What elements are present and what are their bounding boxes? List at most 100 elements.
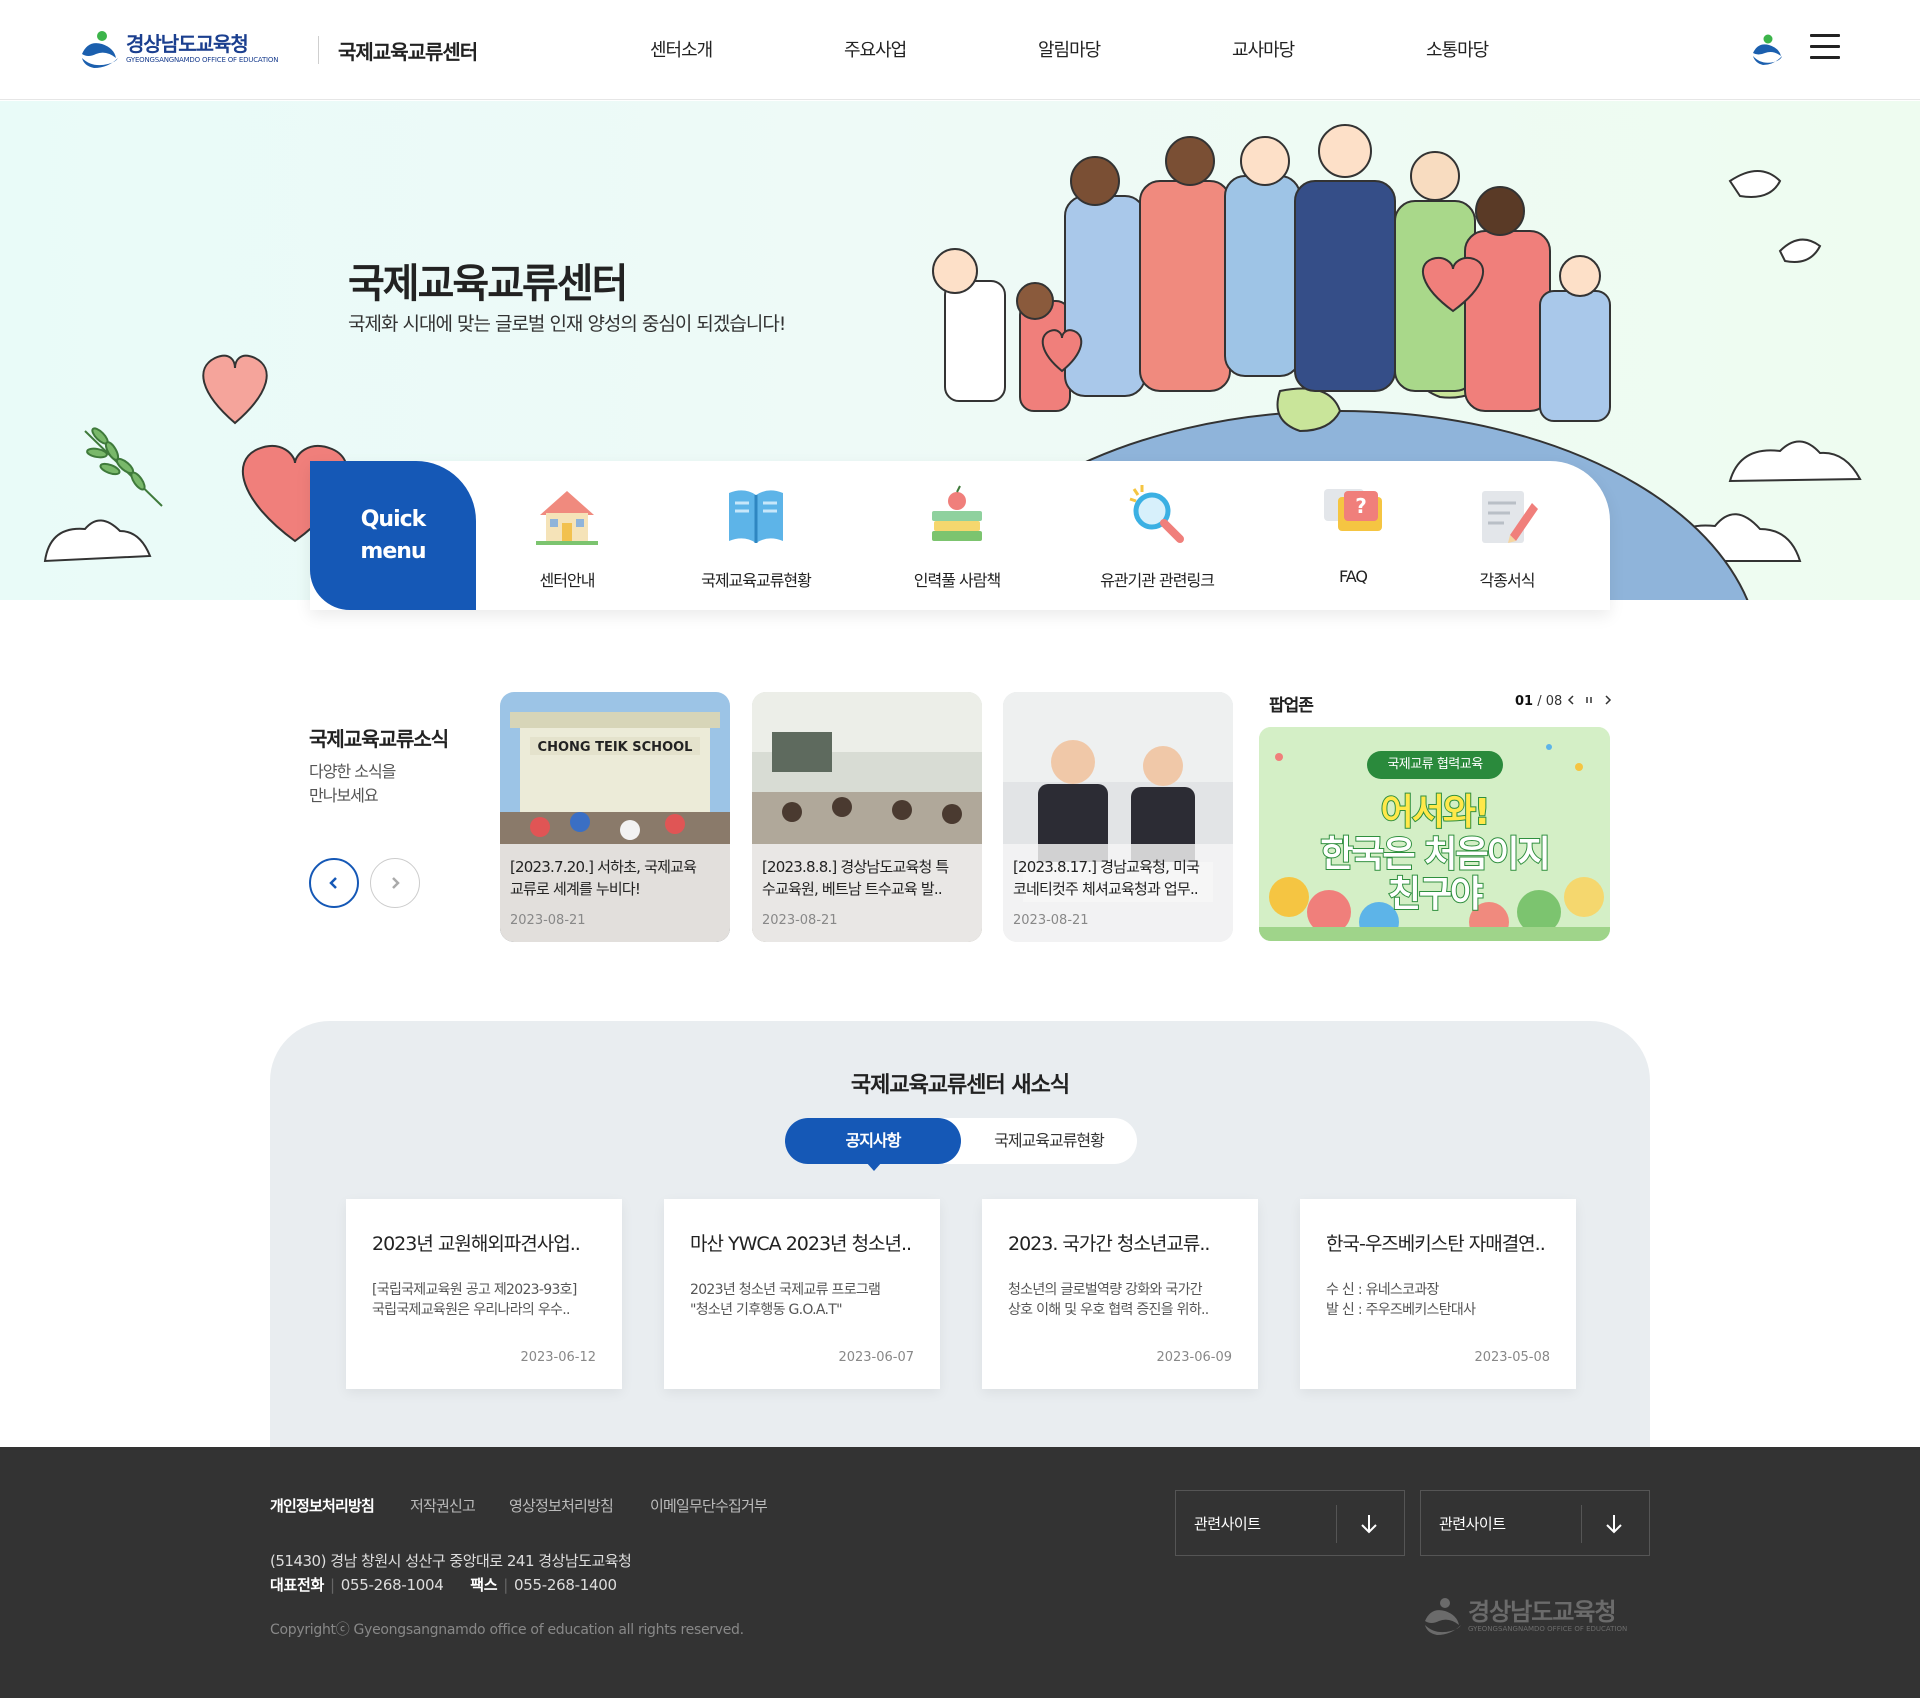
quick-item-label: 국제교육교류현황 xyxy=(701,571,812,590)
pause-icon xyxy=(1586,697,1592,703)
chevron-right-icon xyxy=(1605,695,1612,705)
popup-prev-button[interactable] xyxy=(1565,694,1579,709)
tel-label: 대표전화 xyxy=(270,1576,325,1594)
chevron-left-icon xyxy=(329,877,337,889)
notice-card-title: 마산 YWCA 2023년 청소년.. xyxy=(690,1233,912,1255)
popup-counter: 01 / 08 xyxy=(1515,694,1562,709)
notice-card-date: 2023-06-12 xyxy=(520,1350,596,1365)
news-card-title: [2023.8.8.] 경상남도교육청 특 xyxy=(762,858,949,876)
popup-total: / 08 xyxy=(1537,694,1563,709)
nav-teachers[interactable]: 교사마당 xyxy=(1232,36,1426,62)
quick-item-label: 유관기관 관련링크 xyxy=(1100,571,1215,590)
quick-item-faq[interactable]: ? FAQ xyxy=(1263,483,1443,586)
news-card-title: 수교육원, 베트남 트수교육 발.. xyxy=(762,880,943,898)
notice-card-title: 한국-우즈베키스탄 자매결연.. xyxy=(1326,1233,1546,1255)
news-card-caption: [2023.8.17.] 경남교육청, 미국 코네티컷주 체셔교육청과 업무..… xyxy=(1003,844,1233,942)
news-card-date: 2023-08-21 xyxy=(762,913,838,928)
news-card-title: [2023.8.17.] 경남교육청, 미국 xyxy=(1013,858,1200,876)
notice-card-desc: "청소년 기후행동 G.O.A.T" xyxy=(690,1302,843,1318)
nav-center-intro[interactable]: 센터소개 xyxy=(650,36,844,62)
notice-card[interactable]: 마산 YWCA 2023년 청소년.. 2023년 청소년 국제교류 프로그램 … xyxy=(664,1199,940,1389)
notice-card-desc: 2023년 청소년 국제교류 프로그램 xyxy=(690,1282,881,1298)
tab-notices[interactable]: 공지사항 xyxy=(785,1118,961,1164)
nav-main-projects[interactable]: 주요사업 xyxy=(844,36,1038,62)
quick-item-center-info[interactable]: 센터안내 xyxy=(477,483,657,591)
quick-label-line1: Quick xyxy=(360,506,427,532)
tab-exchange-status[interactable]: 국제교육교류현황 xyxy=(961,1118,1137,1164)
news-description: 만나보세요 xyxy=(309,786,379,805)
notice-card-desc: 청소년의 글로벌역량 강화와 국가간 xyxy=(1008,1282,1203,1298)
news-card[interactable]: CHONG TEIK SCHOOL [2023.7.20.] 서하초, 국제교육… xyxy=(500,692,730,942)
notice-card-title: 2023년 교원해외파견사업.. xyxy=(372,1233,581,1255)
news-prev-button[interactable] xyxy=(309,858,359,908)
quick-item-forms[interactable]: 각종서식 xyxy=(1417,483,1597,591)
notice-card-desc: 수 신 : 유네스코과장 xyxy=(1326,1282,1439,1298)
notice-card-desc: [국립국제교육원 공고 제2023-93호] xyxy=(372,1282,577,1298)
quick-item-people-book[interactable]: 인력풀 사람책 xyxy=(867,483,1047,591)
footer-contact: 대표전화 | 055-268-1004 팩스 | 055-268-1400 xyxy=(270,1576,617,1594)
books-apple-icon xyxy=(932,485,982,541)
site-header: 경상남도교육청 GYEONGSANGNAMDO OFFICE OF EDUCAT… xyxy=(0,0,1920,100)
logo-divider xyxy=(318,36,319,64)
select-divider xyxy=(1581,1505,1582,1543)
chevron-left-icon xyxy=(1567,695,1574,705)
quick-label-line2: menu xyxy=(360,538,426,564)
quick-item-exchange-status[interactable]: 국제교육교류현황 xyxy=(666,483,846,591)
popup-pause-button[interactable] xyxy=(1582,694,1596,709)
news-card-date: 2023-08-21 xyxy=(1013,913,1089,928)
popup-next-button[interactable] xyxy=(1600,694,1614,709)
fax-number: 055-268-1400 xyxy=(514,1576,617,1594)
notice-tabs: 공지사항 국제교육교류현황 xyxy=(785,1118,1137,1171)
notice-section: 국제교육교류센터 새소식 공지사항 국제교육교류현황 2023년 교원해외파견사… xyxy=(270,1021,1650,1471)
office-logo[interactable]: 경상남도교육청 GYEONGSANGNAMDO OFFICE OF EDUCAT… xyxy=(78,28,278,70)
news-card[interactable]: [2023.8.8.] 경상남도교육청 특 수교육원, 베트남 트수교육 발..… xyxy=(752,692,982,942)
quick-item-label: FAQ xyxy=(1339,567,1368,586)
notice-card[interactable]: 2023. 국가간 청소년교류.. 청소년의 글로벌역량 강화와 국가간 상호 … xyxy=(982,1199,1258,1389)
popup-zone-title: 팝업존 xyxy=(1269,696,1314,716)
news-card-caption: [2023.8.8.] 경상남도교육청 특 수교육원, 베트남 트수교육 발..… xyxy=(752,844,982,942)
notice-card-desc: 국립국제교육원은 우리나라의 우수.. xyxy=(372,1302,570,1318)
nav-communication[interactable]: 소통마당 xyxy=(1426,36,1620,62)
chevron-right-icon xyxy=(392,877,400,889)
news-next-button[interactable] xyxy=(370,858,420,908)
hero-title: 국제교육교류센터 xyxy=(348,261,628,307)
arrow-down-icon xyxy=(1361,1515,1377,1534)
office-logo-mark-icon xyxy=(82,31,118,68)
site-footer: 개인정보처리방침 저작권신고 영상정보처리방침 이메일무단수집거부 (51430… xyxy=(0,1447,1920,1698)
footer-link-copyright[interactable]: 저작권신고 xyxy=(410,1495,476,1516)
hamburger-menu-icon[interactable] xyxy=(1810,34,1840,64)
news-card-title: [2023.7.20.] 서하초, 국제교육 xyxy=(510,858,697,876)
quick-item-label: 각종서식 xyxy=(1479,571,1536,590)
notice-card[interactable]: 한국-우즈베키스탄 자매결연.. 수 신 : 유네스코과장 발 신 : 주우즈베… xyxy=(1300,1199,1576,1389)
news-title: 국제교육교류소식 xyxy=(309,727,449,751)
notice-card[interactable]: 2023년 교원해외파견사업.. [국립국제교육원 공고 제2023-93호] … xyxy=(346,1199,622,1389)
news-card-title: 교류로 세계를 누비다! xyxy=(510,880,641,898)
news-card-caption: [2023.7.20.] 서하초, 국제교육 교류로 세계를 누비다! 2023… xyxy=(500,844,730,942)
office-mark-icon[interactable] xyxy=(1750,32,1784,66)
notice-card-desc: 상호 이해 및 우호 협력 증진을 위하.. xyxy=(1008,1302,1209,1318)
nav-notices[interactable]: 알림마당 xyxy=(1038,36,1232,62)
quick-item-related-links[interactable]: 유관기관 관련링크 xyxy=(1067,483,1247,591)
popup-banner[interactable]: 국제교류 협력교육 어서와! 한국은 처음이지 친구야 xyxy=(1259,727,1610,941)
footer-link-privacy[interactable]: 개인정보처리방침 xyxy=(270,1495,375,1516)
notice-section-title: 국제교육교류센터 새소식 xyxy=(850,1073,1070,1098)
related-site-label: 관련사이트 xyxy=(1194,1515,1261,1533)
notice-card-date: 2023-06-09 xyxy=(1156,1350,1232,1365)
select-divider xyxy=(1336,1505,1337,1543)
book-icon xyxy=(729,490,783,543)
footer-office-english: GYEONGSANGNAMDO OFFICE OF EDUCATION xyxy=(1468,1625,1628,1633)
footer-link-email[interactable]: 이메일무단수집거부 xyxy=(650,1495,768,1516)
news-card[interactable]: [2023.8.17.] 경남교육청, 미국 코네티컷주 체셔교육청과 업무..… xyxy=(1003,692,1233,942)
arrow-down-icon xyxy=(1606,1515,1622,1534)
footer-copyright: Copyrightⓒ Gyeongsangnamdo office of edu… xyxy=(270,1622,744,1638)
quick-item-label: 인력풀 사람책 xyxy=(913,571,1001,590)
office-name: 경상남도교육청 xyxy=(126,32,249,56)
site-title[interactable]: 국제교육교류센터 xyxy=(338,36,478,65)
footer-link-cctv[interactable]: 영상정보처리방침 xyxy=(509,1495,614,1516)
related-site-select-1[interactable]: 관련사이트 xyxy=(1175,1490,1405,1556)
hero-subtitle: 국제화 시대에 맞는 글로벌 인재 양성의 중심이 되겠습니다! xyxy=(348,313,786,335)
main-nav: 센터소개 주요사업 알림마당 교사마당 소통마당 xyxy=(650,36,1620,62)
related-site-select-2[interactable]: 관련사이트 xyxy=(1420,1490,1650,1556)
svg-text:?: ? xyxy=(1355,494,1367,518)
house-icon xyxy=(536,491,598,545)
